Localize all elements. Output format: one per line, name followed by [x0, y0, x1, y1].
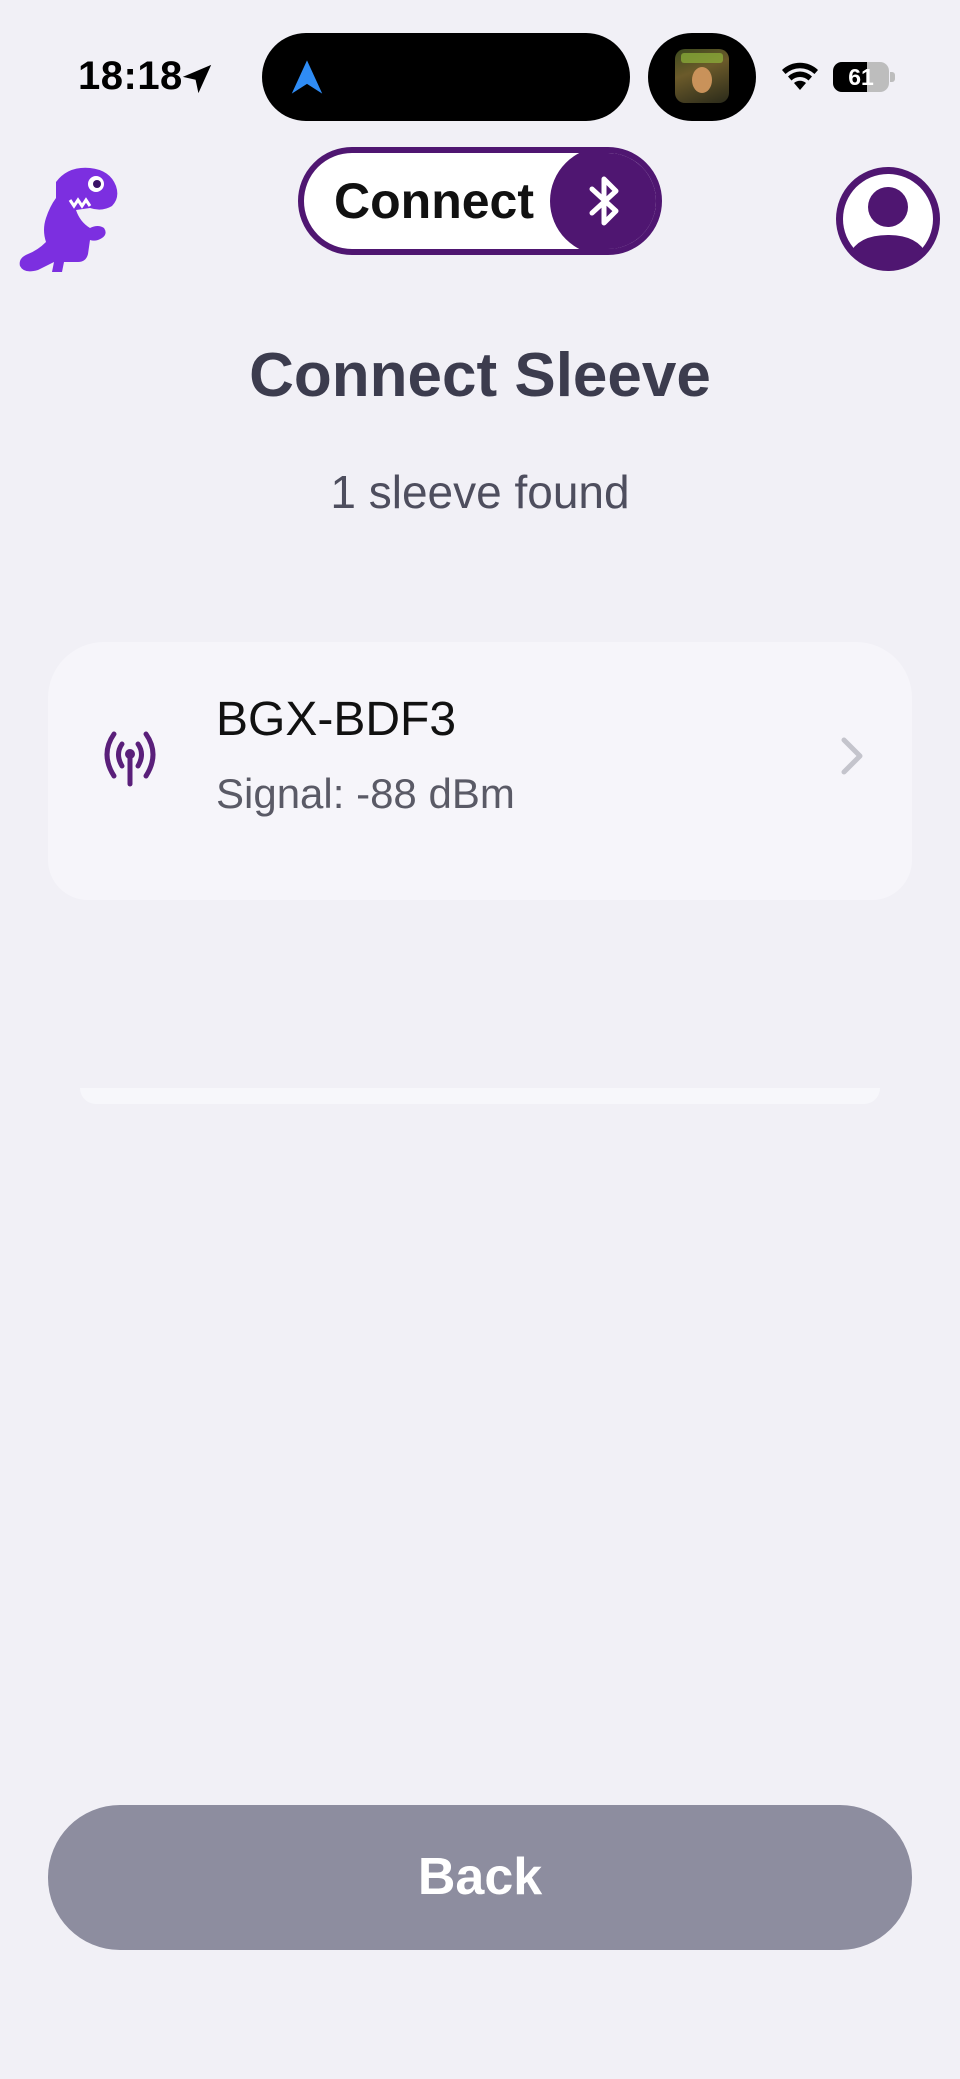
chevron-right-icon: [841, 737, 863, 775]
device-signal: Signal: -88 dBm: [216, 770, 515, 817]
device-name: BGX-BDF3: [216, 693, 457, 746]
connect-label: Connect: [334, 173, 534, 229]
connect-toggle[interactable]: Connect: [298, 147, 662, 255]
location-arrow-icon: [182, 64, 212, 94]
navigation-arrow-icon: [291, 60, 323, 94]
list-divider: [80, 1088, 880, 1104]
bluetooth-icon: [589, 176, 619, 226]
back-button[interactable]: Back: [48, 1805, 912, 1950]
antenna-signal-icon: [104, 731, 156, 787]
profile-icon[interactable]: [832, 163, 944, 275]
status-time: 18:18: [78, 54, 183, 98]
back-button-label: Back: [417, 1848, 543, 1906]
now-playing-island[interactable]: [648, 33, 756, 121]
battery-icon: 61: [833, 62, 895, 92]
wifi-icon: [782, 62, 818, 90]
status-bar: 18:18 61: [0, 0, 960, 150]
device-list-item[interactable]: BGX-BDF3 Signal: -88 dBm: [48, 642, 912, 900]
dynamic-island[interactable]: [262, 33, 630, 121]
bluetooth-button[interactable]: [550, 153, 656, 249]
battery-level: 61: [848, 64, 874, 90]
album-art-icon: [675, 49, 729, 103]
page-title: Connect Sleeve: [249, 341, 711, 410]
dino-logo-icon[interactable]: [16, 162, 128, 274]
devices-found-count: 1 sleeve found: [330, 466, 630, 518]
